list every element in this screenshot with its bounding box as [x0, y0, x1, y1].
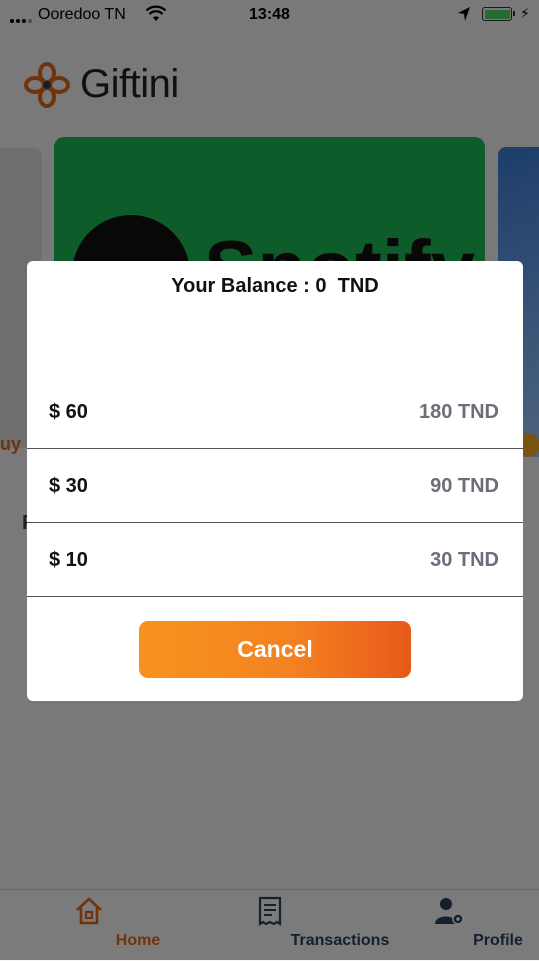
balance-text: Your Balance : 0 TND	[171, 275, 379, 297]
option-row[interactable]: $ 60 180 TND	[27, 375, 523, 449]
option-row[interactable]: $ 10 30 TND	[27, 523, 523, 597]
option-price: 30 TND	[430, 549, 499, 571]
option-amount: $ 60	[49, 401, 88, 423]
option-price: 180 TND	[418, 401, 499, 423]
option-row[interactable]: $ 30 90 TND	[27, 449, 523, 523]
cancel-button[interactable]: Cancel	[139, 621, 411, 678]
option-amount: $ 30	[49, 475, 88, 497]
option-price: 90 TND	[430, 475, 499, 497]
option-amount: $ 10	[49, 549, 88, 571]
purchase-options-dialog: Your Balance : 0 TND $ 60 180 TND $ 30 9…	[27, 261, 523, 701]
